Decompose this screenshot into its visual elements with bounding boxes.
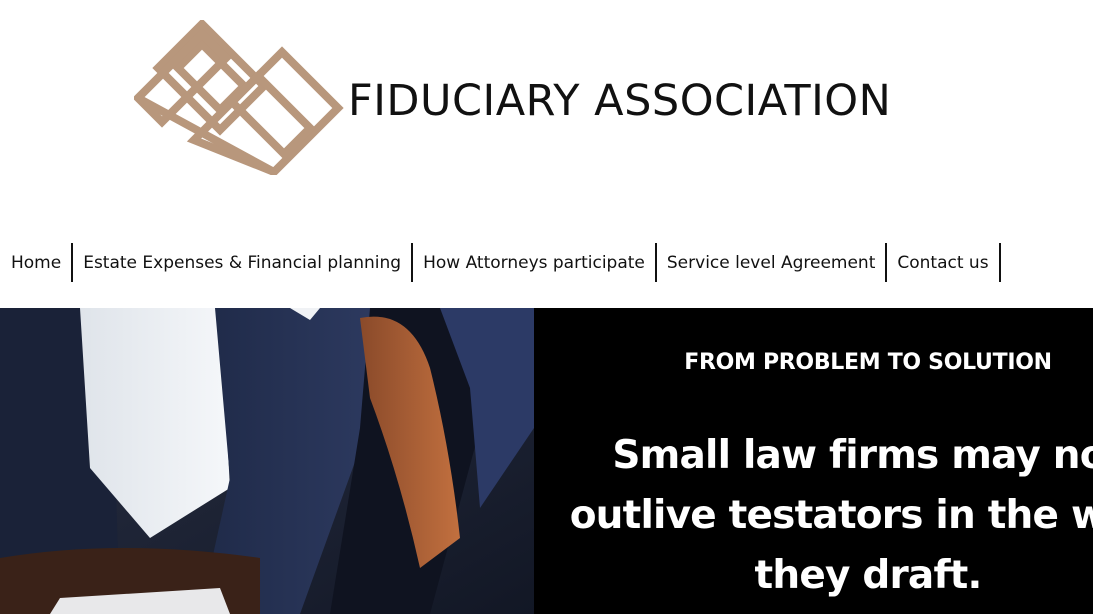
hero-section: FROM PROBLEM TO SOLUTION Small law firms… [0, 308, 1093, 614]
site-title[interactable]: FIDUCIARY ASSOCIATION [348, 76, 891, 126]
logo-shape-5 [226, 70, 316, 160]
hero-headline: Small law firms may not outlive testator… [569, 433, 1093, 598]
nav-item-service-level-agreement[interactable]: Service level Agreement [657, 243, 888, 282]
logo-shape-6 [136, 94, 276, 175]
nav-item-estate-expenses[interactable]: Estate Expenses & Financial planning [73, 243, 414, 282]
page: FIDUCIARY ASSOCIATION Home Estate Expens… [0, 0, 1093, 614]
nav-item-how-attorneys-participate[interactable]: How Attorneys participate [413, 243, 657, 282]
hero-text-panel: FROM PROBLEM TO SOLUTION Small law firms… [534, 308, 1093, 614]
main-navigation: Home Estate Expenses & Financial plannin… [0, 243, 1001, 282]
interlocked-diamond-logo-icon[interactable] [134, 20, 344, 175]
nav-item-home[interactable]: Home [0, 243, 74, 282]
hero-photo-illustration [0, 308, 534, 614]
hero-eyebrow: FROM PROBLEM TO SOLUTION [684, 350, 1052, 375]
hero-photo [0, 308, 534, 614]
site-header: FIDUCIARY ASSOCIATION [0, 0, 1093, 210]
nav-item-contact-us[interactable]: Contact us [887, 243, 1001, 282]
